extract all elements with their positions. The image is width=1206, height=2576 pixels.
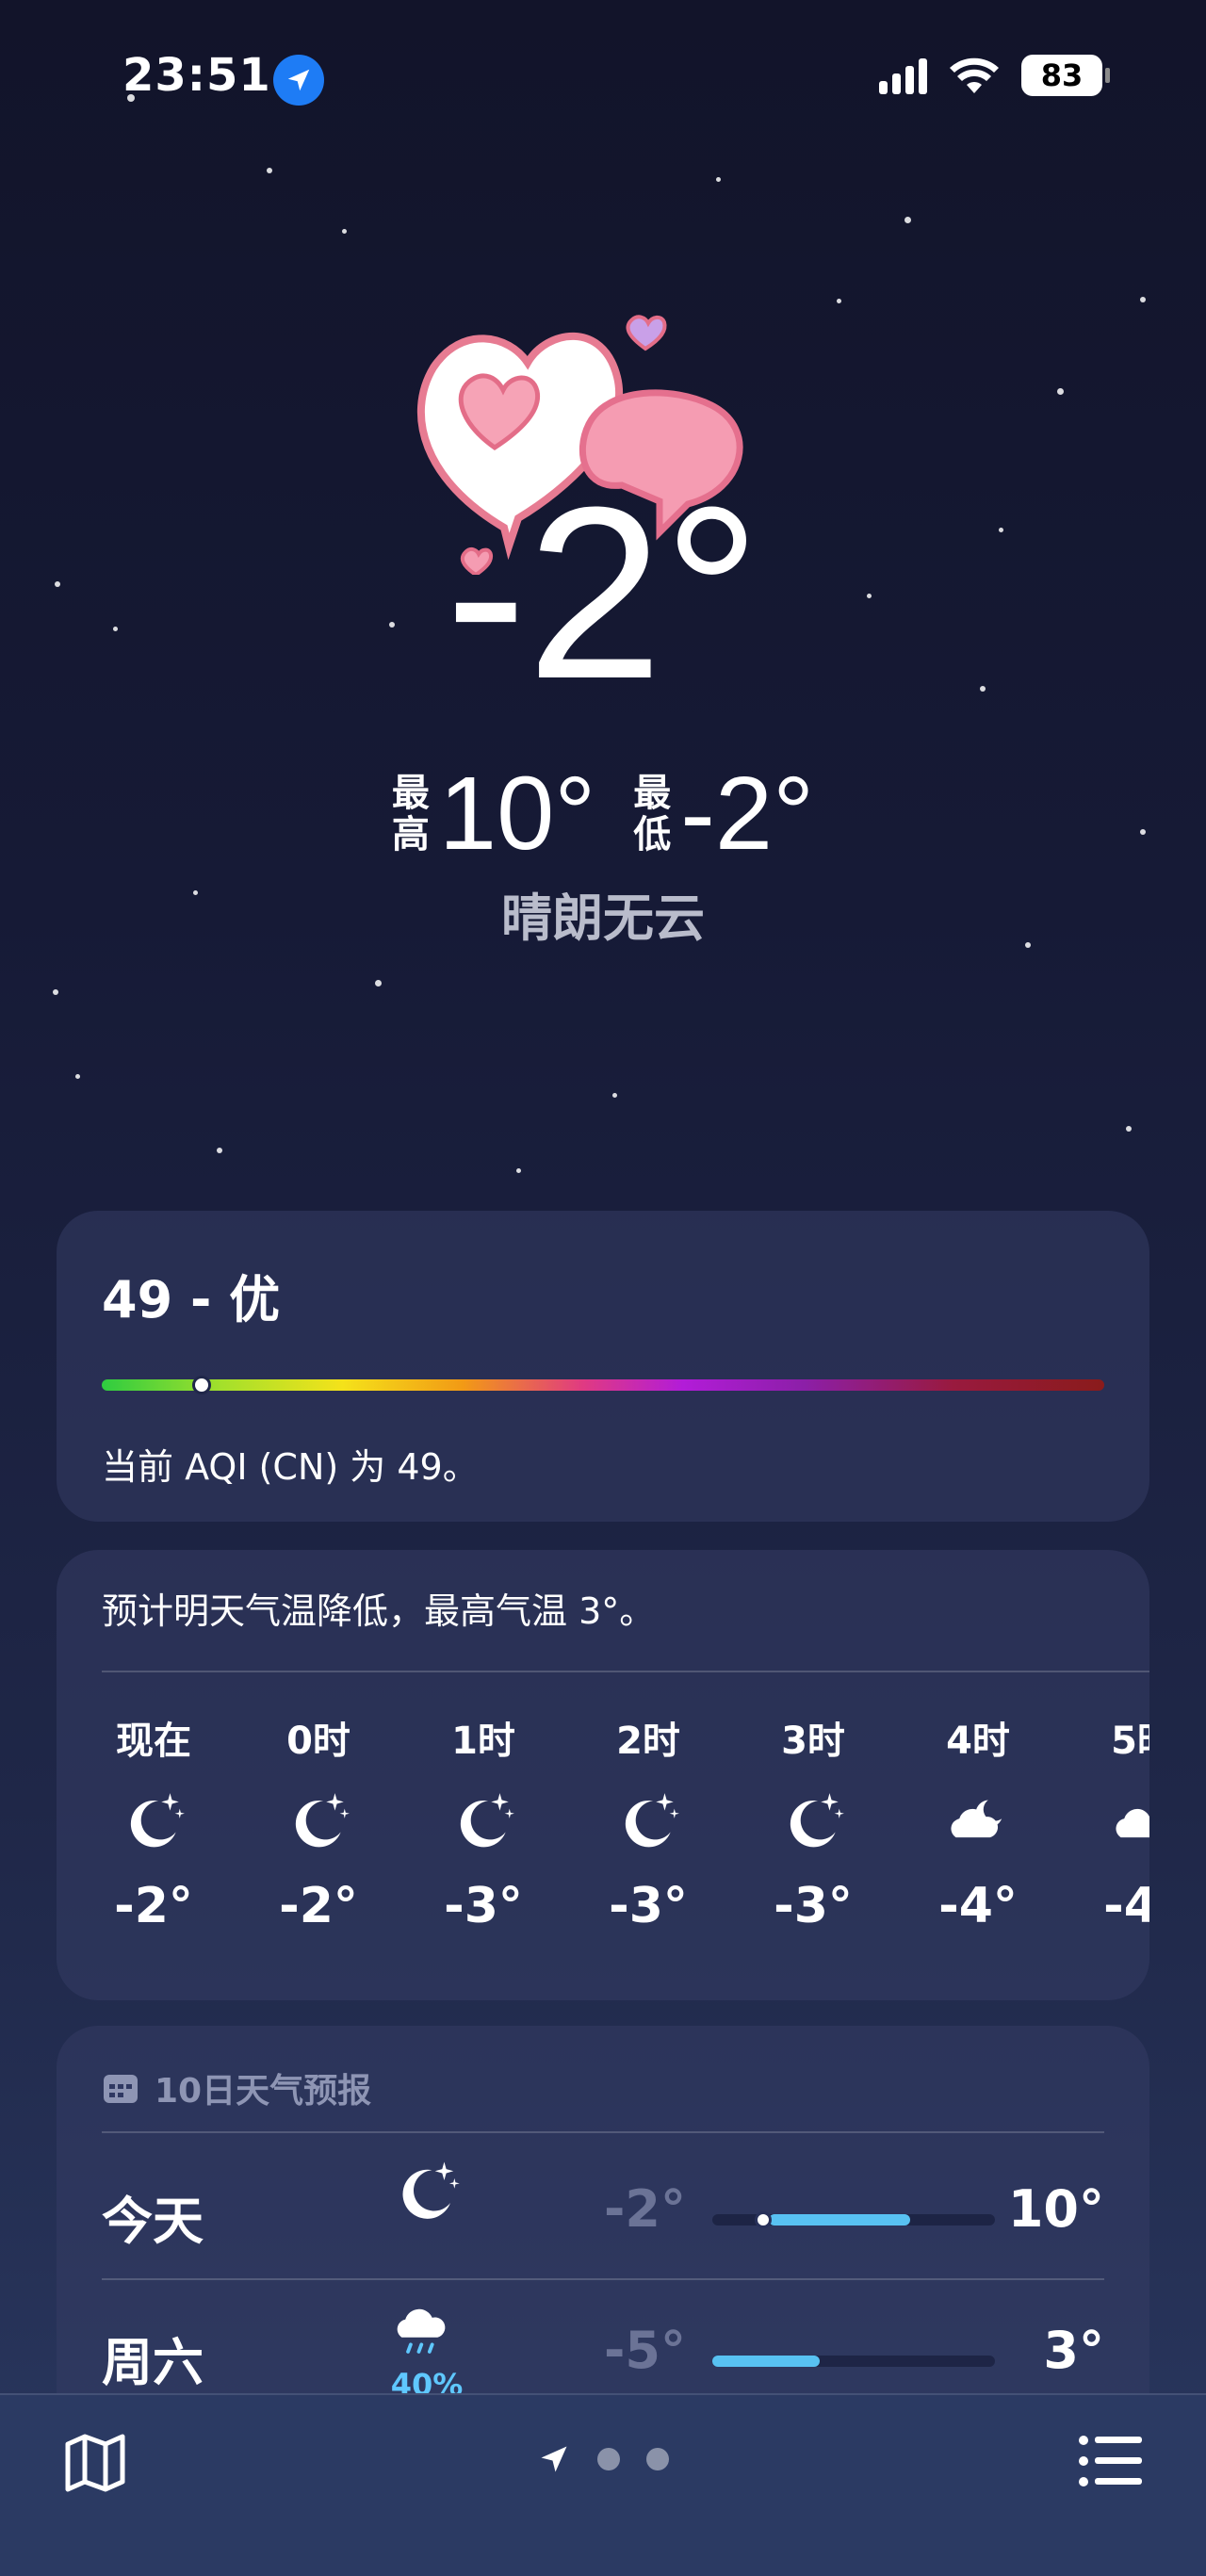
day-high-temperature: 3° — [1043, 2321, 1104, 2380]
page-dot-icon[interactable] — [597, 2448, 620, 2470]
high-low-temperatures: 最 高 10° 最 低 -2° — [0, 754, 1206, 873]
current-temp-marker — [755, 2211, 772, 2228]
hour-label: 1时 — [451, 1720, 515, 1763]
hour-label: 2时 — [616, 1720, 680, 1763]
divider — [102, 1671, 1149, 1672]
hourly-item: 现在 -2° — [83, 1710, 224, 1934]
hourly-summary: 预计明天气温降低，最高气温 3°。 — [102, 1590, 656, 1632]
day-name: 今天 — [102, 2192, 204, 2251]
moon-stars-icon — [460, 1793, 514, 1848]
aqi-level-marker — [192, 1376, 212, 1394]
aqi-title: 49 - 优 — [102, 1270, 281, 1329]
hour-label: 5时 — [1111, 1720, 1149, 1763]
hour-label: 3时 — [781, 1720, 845, 1763]
battery-level: 83 — [1040, 57, 1084, 93]
hourly-item: 4时 -4° — [907, 1710, 1049, 1934]
moon-stars-icon — [130, 1793, 185, 1848]
day-name: 周六 — [102, 2333, 204, 2392]
hourly-item: 0时 -2° — [248, 1710, 389, 1934]
status-time: 23:51 — [122, 49, 271, 102]
temperature-range-bar — [712, 2211, 995, 2228]
hourly-item: 1时 -3° — [413, 1710, 554, 1934]
status-bar: 23:51 83 — [0, 0, 1206, 160]
high-temperature: 10° — [438, 756, 596, 872]
wifi-icon — [950, 57, 999, 93]
moon-stars-icon — [625, 1793, 679, 1848]
moon-stars-icon — [790, 1793, 844, 1848]
low-temperature: -2° — [680, 756, 815, 872]
day-low-temperature: -5° — [604, 2321, 686, 2380]
hourly-item: 5时 -4° — [1072, 1710, 1149, 1934]
battery-icon: 83 — [1021, 55, 1110, 96]
hour-temperature: -3° — [774, 1878, 853, 1934]
list-icon[interactable] — [1078, 2433, 1144, 2489]
moon-stars-icon — [295, 1793, 350, 1848]
hour-label: 4时 — [946, 1720, 1010, 1763]
hour-temperature: -4° — [938, 1878, 1018, 1934]
high-label: 最 高 — [391, 771, 430, 856]
hour-temperature: -4° — [1103, 1878, 1149, 1934]
current-temperature: -2° — [445, 457, 761, 730]
divider — [102, 2131, 1104, 2133]
cellular-signal-icon — [879, 57, 927, 94]
temperature-range-fill — [769, 2214, 910, 2225]
hourly-item: 2时 -3° — [578, 1710, 719, 1934]
hour-temperature: -3° — [444, 1878, 523, 1934]
air-quality-card[interactable]: 49 - 优 当前 AQI (CN) 为 49。 — [57, 1211, 1149, 1522]
cloud-icon — [1116, 1808, 1149, 1838]
cloud-moon-icon — [951, 1800, 1002, 1838]
daily-header-label: 10日天气预报 — [155, 2072, 372, 2111]
map-icon[interactable] — [62, 2429, 128, 2495]
cloud-rain-icon — [397, 2308, 446, 2354]
location-arrow-icon — [273, 55, 324, 106]
hour-temperature: -3° — [609, 1878, 688, 1934]
temperature-range-bar — [712, 2356, 995, 2367]
low-label: 最 低 — [633, 771, 672, 856]
page-dot-icon[interactable] — [646, 2448, 669, 2470]
moon-stars-icon — [402, 2161, 460, 2219]
temperature-range-fill — [712, 2356, 820, 2367]
hour-label: 0时 — [286, 1720, 350, 1763]
daily-row[interactable]: 今天 -2° 10° — [102, 2137, 1104, 2278]
calendar-icon — [104, 2075, 138, 2103]
page-indicator[interactable] — [537, 2442, 669, 2476]
weather-condition: 晴朗无云 — [501, 889, 705, 948]
hourly-forecast-card[interactable]: 预计明天气温降低，最高气温 3°。 现在 -2° 0时 -2° 1时 -3° 2时 -… — [57, 1550, 1149, 2000]
bottom-toolbar — [0, 2393, 1206, 2576]
daily-header: 10日天气预报 — [102, 2063, 371, 2112]
hour-label: 现在 — [116, 1720, 191, 1763]
day-low-temperature: -2° — [604, 2179, 686, 2239]
hourly-item: 3时 -3° — [742, 1710, 884, 1934]
day-high-temperature: 10° — [1007, 2179, 1104, 2239]
aqi-scale-bar — [102, 1376, 1104, 1394]
location-arrow-icon[interactable] — [537, 2442, 571, 2476]
hour-temperature: -2° — [114, 1878, 193, 1934]
aqi-description: 当前 AQI (CN) 为 49。 — [102, 1446, 479, 1488]
hour-temperature: -2° — [279, 1878, 358, 1934]
